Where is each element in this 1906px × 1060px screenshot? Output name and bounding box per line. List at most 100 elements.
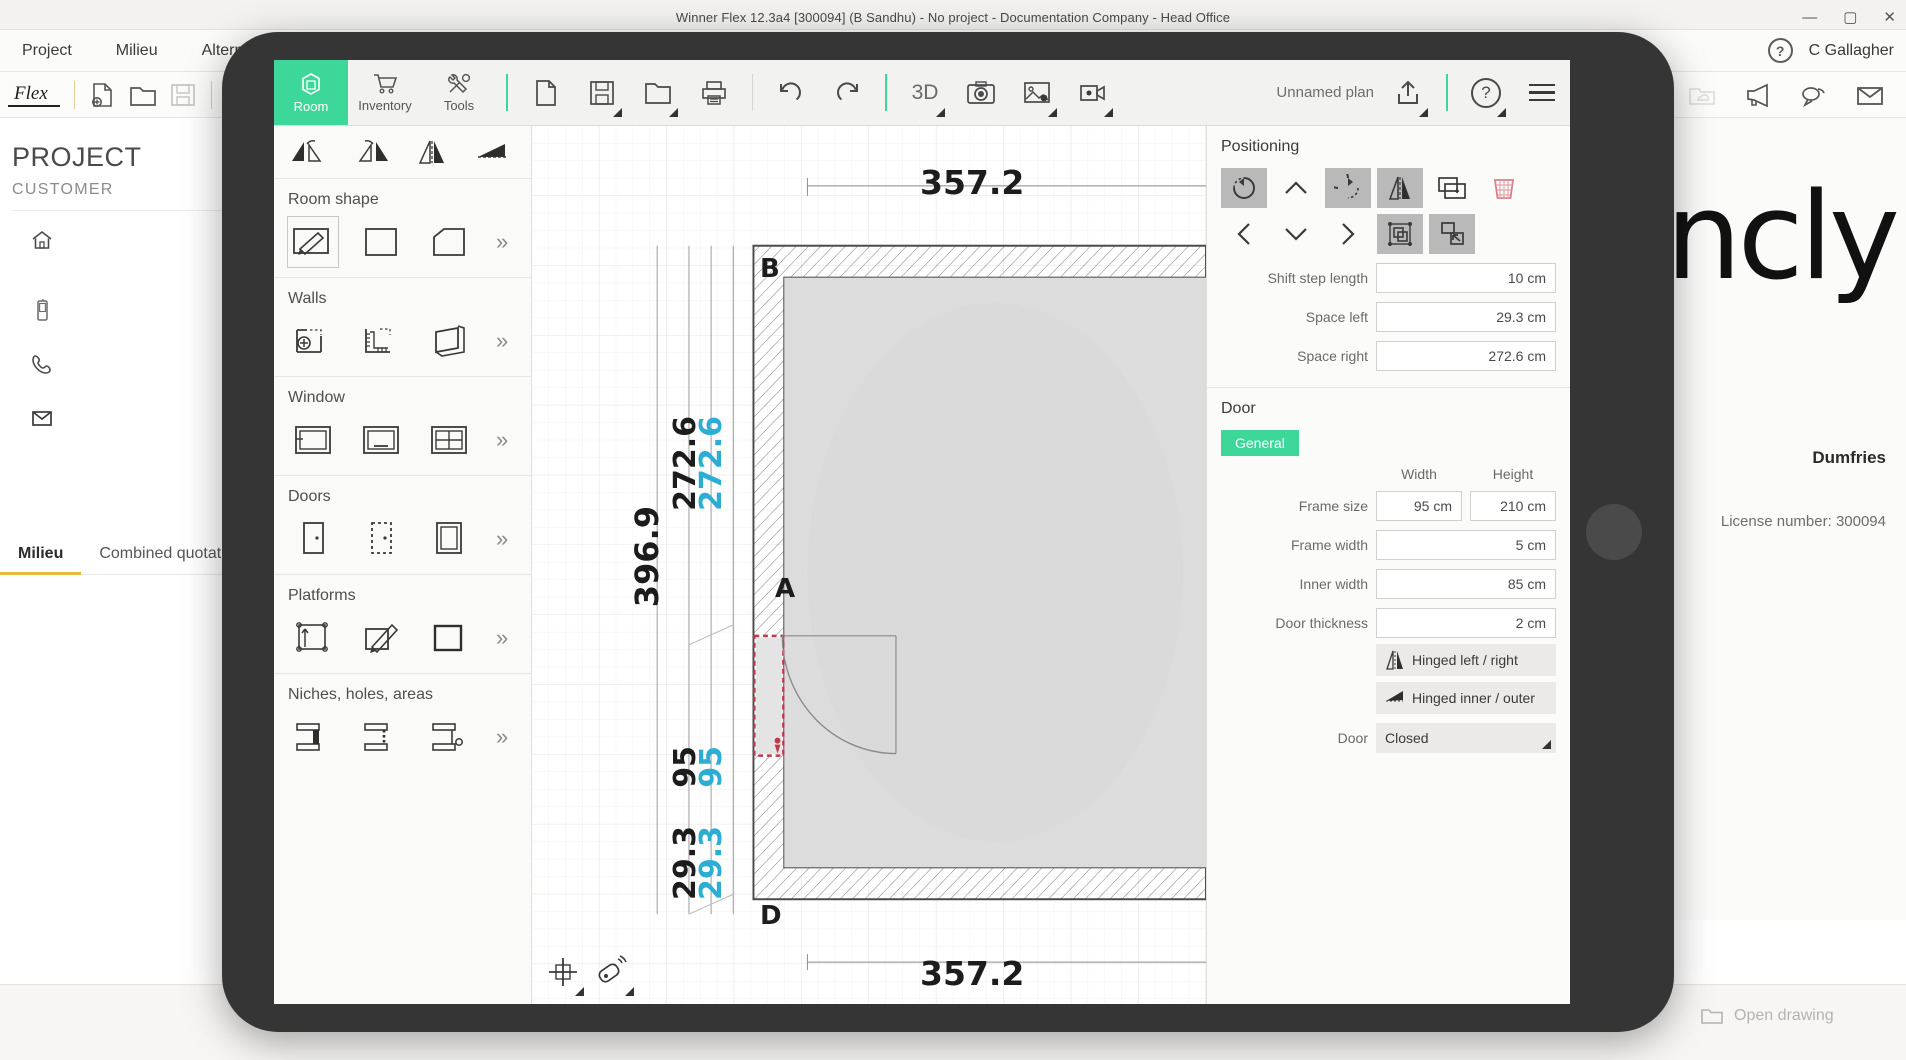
save-disk-icon[interactable] xyxy=(574,60,630,125)
platform-draw-icon[interactable] xyxy=(356,613,406,663)
window-more-button[interactable]: » xyxy=(496,427,508,453)
room-shape-more-button[interactable]: » xyxy=(496,229,508,255)
tab-room[interactable]: Room xyxy=(274,60,348,125)
tablet-home-button[interactable] xyxy=(1586,504,1642,560)
rotate-left-icon[interactable] xyxy=(1221,168,1267,208)
flatten-icon[interactable] xyxy=(470,127,520,177)
help-icon[interactable]: ? xyxy=(1767,38,1793,63)
door-framed-icon[interactable] xyxy=(424,514,474,564)
window-cross-icon[interactable] xyxy=(424,415,474,465)
dropdown-arrow-icon[interactable] xyxy=(1048,108,1057,117)
new-page-icon[interactable] xyxy=(518,60,574,125)
phone-icon[interactable] xyxy=(30,347,54,381)
crosshair-icon[interactable] xyxy=(546,955,584,996)
image-render-icon[interactable] xyxy=(1009,60,1065,125)
print-icon[interactable] xyxy=(686,60,742,125)
window-corner-icon[interactable] xyxy=(288,415,338,465)
move-down-icon[interactable] xyxy=(1273,214,1319,254)
move-up-icon[interactable] xyxy=(1273,168,1319,208)
dropdown-arrow-icon[interactable] xyxy=(625,986,634,996)
cloud-folder-icon[interactable] xyxy=(1685,80,1719,110)
platform-block-icon[interactable] xyxy=(424,613,474,663)
dropdown-arrow-icon[interactable] xyxy=(1542,740,1551,749)
rotate-right-icon[interactable] xyxy=(1325,168,1371,208)
window-sill-icon[interactable] xyxy=(356,415,406,465)
move-right-icon[interactable] xyxy=(1325,214,1371,254)
delete-trash-icon[interactable] xyxy=(1481,168,1527,208)
duplicate-icon[interactable] xyxy=(1429,168,1475,208)
remote-control-icon[interactable] xyxy=(594,954,634,996)
niche-solid-icon[interactable] xyxy=(288,712,338,762)
dropdown-arrow-icon[interactable] xyxy=(669,108,678,117)
minimize-button[interactable]: — xyxy=(1802,10,1817,25)
undo-icon[interactable] xyxy=(763,60,819,125)
frame-size-height-input[interactable]: 210 cm xyxy=(1470,491,1556,521)
shift-step-length-input[interactable]: 10 cm xyxy=(1376,263,1556,293)
new-document-icon[interactable] xyxy=(86,80,120,110)
camera-icon[interactable] xyxy=(953,60,1009,125)
plan-name-field[interactable]: Unnamed plan xyxy=(1276,60,1380,125)
inner-width-input[interactable]: 85 cm xyxy=(1376,569,1556,599)
door-solid-icon[interactable] xyxy=(288,514,338,564)
measure-wall-icon[interactable] xyxy=(356,316,406,366)
snap-to-icon[interactable] xyxy=(1429,214,1475,254)
menu-item-milieu[interactable]: Milieu xyxy=(94,30,180,72)
niches-more-button[interactable]: » xyxy=(496,724,508,750)
open-folder-icon[interactable] xyxy=(126,80,160,110)
floorplan-canvas[interactable]: 357.2 357.2 396.9 272.6 272.6 95 95 29.3… xyxy=(532,126,1206,1004)
door-thickness-input[interactable]: 2 cm xyxy=(1376,608,1556,638)
share-upload-icon[interactable] xyxy=(1380,60,1436,125)
hamburger-menu-icon[interactable] xyxy=(1514,60,1570,125)
mirror-rotate-right-icon[interactable] xyxy=(346,127,396,177)
tab-tools[interactable]: Tools xyxy=(422,60,496,125)
space-left-input[interactable]: 29.3 cm xyxy=(1376,302,1556,332)
dropdown-arrow-icon[interactable] xyxy=(1497,108,1506,117)
niche-dashed-icon[interactable] xyxy=(356,712,406,762)
redo-icon[interactable] xyxy=(819,60,875,125)
platform-extrude-icon[interactable] xyxy=(288,613,338,663)
door-dashed-icon[interactable] xyxy=(356,514,406,564)
tab-inventory[interactable]: Inventory xyxy=(348,60,422,125)
mobile-phone-icon[interactable] xyxy=(30,293,54,327)
dropdown-arrow-icon[interactable] xyxy=(1104,108,1113,117)
dropdown-arrow-icon[interactable] xyxy=(936,108,945,117)
mirror-icon[interactable] xyxy=(1377,168,1423,208)
3d-view-icon[interactable]: 3D xyxy=(897,60,953,125)
help-question-icon[interactable]: ? xyxy=(1458,60,1514,125)
niche-round-icon[interactable] xyxy=(424,712,474,762)
door-state-select[interactable]: Closed xyxy=(1376,723,1556,753)
open-drawing-button[interactable]: Open drawing xyxy=(1700,1006,1834,1026)
chat-cloud-icon[interactable] xyxy=(1797,80,1831,110)
envelope-icon[interactable] xyxy=(1853,80,1887,110)
draw-room-shape-icon[interactable] xyxy=(287,216,339,268)
rectangular-room-icon[interactable] xyxy=(356,217,406,267)
home-icon[interactable] xyxy=(30,223,54,257)
user-name-label[interactable]: C Gallagher xyxy=(1809,42,1894,60)
video-camera-icon[interactable] xyxy=(1065,60,1121,125)
megaphone-icon[interactable] xyxy=(1741,80,1775,110)
mirror-rotate-left-icon[interactable] xyxy=(284,127,334,177)
tab-milieu[interactable]: Milieu xyxy=(0,533,82,575)
walls-more-button[interactable]: » xyxy=(496,328,508,354)
hinged-inner-outer-button[interactable]: Hinged inner / outer xyxy=(1376,682,1556,714)
doors-more-button[interactable]: » xyxy=(496,526,508,552)
platforms-more-button[interactable]: » xyxy=(496,625,508,651)
save-icon[interactable] xyxy=(166,80,200,110)
dropdown-arrow-icon[interactable] xyxy=(1419,108,1428,117)
wall-3d-icon[interactable] xyxy=(424,316,474,366)
mirror-vertical-icon[interactable] xyxy=(408,127,458,177)
maximize-button[interactable]: ▢ xyxy=(1843,10,1857,25)
close-button[interactable]: ✕ xyxy=(1883,10,1896,25)
door-tab-general[interactable]: General xyxy=(1221,430,1299,456)
frame-size-width-input[interactable]: 95 cm xyxy=(1376,491,1462,521)
envelope-icon[interactable] xyxy=(30,401,54,435)
move-left-icon[interactable] xyxy=(1221,214,1267,254)
frame-width-input[interactable]: 5 cm xyxy=(1376,530,1556,560)
menu-item-project[interactable]: Project xyxy=(0,30,94,72)
add-wall-icon[interactable] xyxy=(288,316,338,366)
space-right-input[interactable]: 272.6 cm xyxy=(1376,341,1556,371)
open-folder-icon[interactable] xyxy=(630,60,686,125)
hinged-left-right-button[interactable]: Hinged left / right xyxy=(1376,644,1556,676)
dropdown-arrow-icon[interactable] xyxy=(613,108,622,117)
angled-room-icon[interactable] xyxy=(424,217,474,267)
